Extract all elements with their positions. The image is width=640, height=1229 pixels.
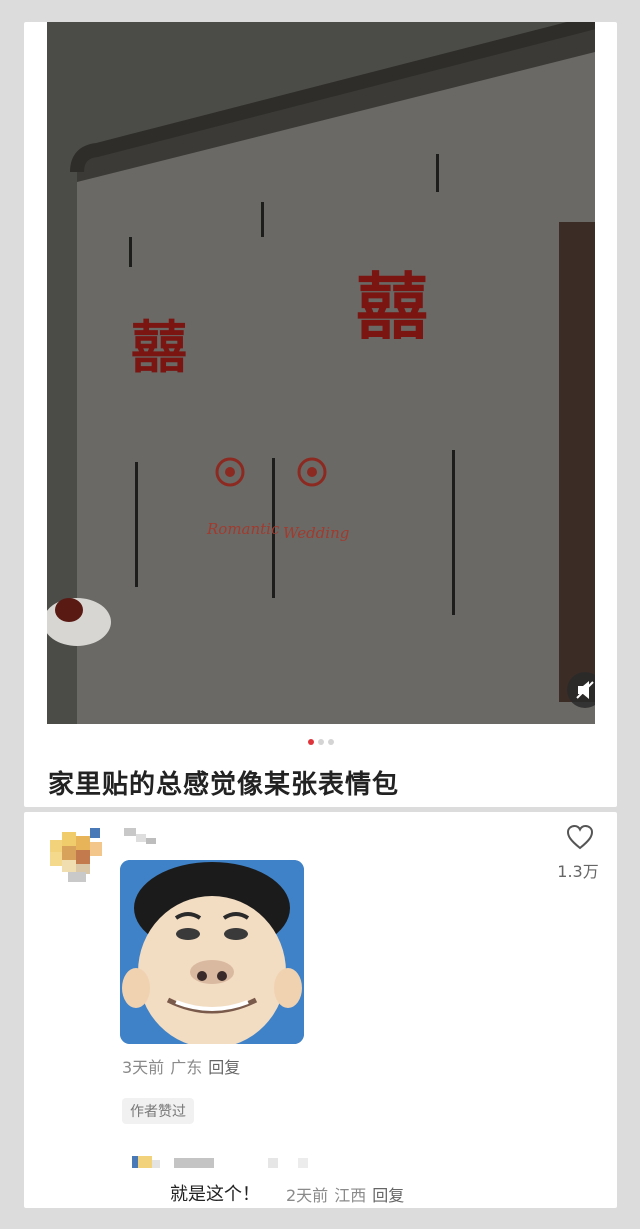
- reply-reply-button[interactable]: 回复: [372, 1186, 404, 1205]
- comment-location: 广东: [170, 1058, 203, 1077]
- xi-sticker-right: 囍: [356, 265, 428, 349]
- meme-image[interactable]: [120, 860, 304, 1044]
- like-count: 1.3万: [557, 862, 599, 881]
- reply-text: 就是这个！: [170, 1184, 260, 1205]
- romantic-decal: Romantic: [206, 520, 280, 538]
- comment-time: 3天前: [122, 1058, 165, 1077]
- post-title: 家里贴的总感觉像某张表情包: [48, 770, 400, 800]
- comment-reply-button[interactable]: 回复: [208, 1058, 240, 1077]
- reply-avatar-blurred[interactable]: [132, 1154, 160, 1172]
- post-card: 囍 囍 Romantic Wedding 家里贴的总感觉像某张表情包: [24, 22, 617, 807]
- reply-location: 江西: [334, 1186, 367, 1205]
- carousel-dot-2[interactable]: [317, 739, 324, 745]
- reply-meta: 2天前 江西 回复: [286, 1182, 410, 1206]
- comment-meta: 3天前 广东 回复: [122, 1054, 246, 1078]
- carousel-indicator: [24, 739, 617, 745]
- reply-time: 2天前: [286, 1186, 329, 1205]
- commenter-name-blurred: [124, 828, 156, 844]
- comment-card: 1.3万 3天前 广东 回复 作者赞过 就是这个！ 2天前 江西 回复: [24, 812, 617, 1208]
- like-button[interactable]: [560, 824, 600, 854]
- carousel-dot-3[interactable]: [327, 739, 334, 745]
- commenter-avatar[interactable]: [46, 828, 104, 886]
- post-photo[interactable]: 囍 囍 Romantic Wedding: [47, 22, 595, 724]
- reply-name-blurred: [174, 1158, 308, 1168]
- wedding-decal: Wedding: [283, 524, 349, 542]
- carousel-dot-1[interactable]: [307, 739, 314, 745]
- xi-sticker-left: 囍: [131, 316, 187, 381]
- heart-outline-icon: [566, 824, 594, 850]
- author-liked-badge: 作者赞过: [122, 1098, 194, 1124]
